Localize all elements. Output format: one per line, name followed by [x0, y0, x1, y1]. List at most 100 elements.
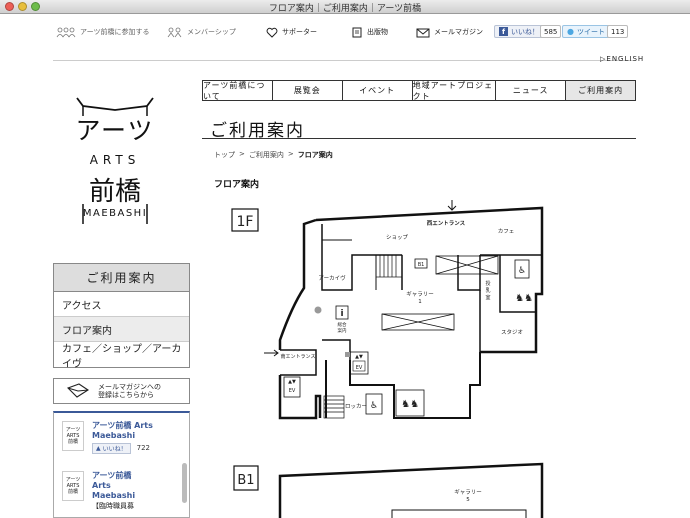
supporter-label: サポーター: [282, 28, 317, 36]
envelope-icon: [67, 383, 90, 398]
sidebar-item-cafe-shop-archive[interactable]: カフェ／ショップ／アーカイヴ: [54, 342, 189, 370]
elevator-icon: ▲▼ EV: [349, 351, 369, 375]
mail-magazine-signup[interactable]: メールマガジンへの 登録はこちらから: [53, 378, 190, 404]
english-link[interactable]: ▷ENGLISH: [600, 55, 644, 63]
wheelchair-restroom-icon: ♿: [514, 259, 530, 279]
floor-b1-label: B1: [237, 473, 254, 488]
supporter-link[interactable]: サポーター: [266, 24, 317, 40]
b1-marker-label: B1: [418, 262, 425, 268]
info-label-2: 案内: [338, 327, 347, 334]
void-north: [435, 255, 499, 275]
logo-line3: 前橋: [89, 177, 141, 207]
people-group-icon: [56, 27, 76, 37]
gallery-1-number: 1: [418, 299, 422, 305]
fb-page-like-label: いいね！: [102, 446, 127, 453]
fb-page-header: アーツ ARTS 前橋 アーツ前橋 Arts Maebashi ▲ いいね！ 722: [62, 421, 153, 454]
archive-label: アーカイヴ: [318, 274, 346, 282]
sidebar-menu: ご利用案内 アクセス フロア案内 カフェ／ショップ／アーカイヴ: [53, 263, 190, 370]
svg-text:i: i: [340, 309, 343, 319]
facebook-like-button[interactable]: f いいね！: [494, 25, 544, 38]
fb-thumb-icon: ▲: [96, 445, 101, 452]
fb-post-name-3[interactable]: Maebashi: [92, 491, 135, 501]
title-divider: [202, 138, 636, 139]
publications-link[interactable]: 出版物: [352, 24, 388, 40]
restroom-icon: ♞♞: [515, 293, 533, 304]
mail-magazine-link[interactable]: メールマガジン: [416, 24, 483, 40]
tweet-button[interactable]: ● ツイート: [562, 25, 610, 38]
join-link[interactable]: アーツ前橋に参加する: [56, 24, 149, 40]
wall-outer-west: [278, 218, 317, 350]
svg-text:▲▼: ▲▼: [288, 379, 296, 385]
tab-exhibitions[interactable]: 展覧会: [273, 81, 343, 100]
logo-line2: ARTS: [90, 153, 141, 167]
nursing-room-label-2: 乳: [485, 287, 490, 294]
envelope-icon: [416, 28, 430, 37]
svg-text:♿: ♿: [518, 266, 526, 276]
nursing-room-label-3: 室: [485, 294, 490, 301]
south-entrance-label: 南エントランス: [281, 353, 316, 360]
tab-community-art[interactable]: 地域アートプロジェクト: [413, 81, 497, 101]
fb-page-name-2[interactable]: Maebashi: [92, 431, 153, 441]
join-label: アーツ前橋に参加する: [80, 28, 150, 36]
topnav-divider: [53, 60, 636, 61]
main-nav: アーツ前橋について 展覧会 イベント 地域アートプロジェクト ニュース ご利用案…: [202, 80, 636, 101]
fb-page-name-1[interactable]: アーツ前橋 Arts: [92, 421, 153, 431]
svg-text:♞♞: ♞♞: [401, 399, 419, 410]
mail-signup-line1: メールマガジンへの: [98, 383, 161, 391]
tab-about[interactable]: アーツ前橋について: [203, 81, 273, 101]
fb-post-name-1[interactable]: アーツ前橋: [92, 471, 135, 481]
pillar-marker: [345, 352, 350, 357]
fb-like-label: いいね！: [511, 27, 539, 36]
fb-post: アーツ ARTS 前橋 アーツ前橋 Arts Maebashi 【臨時職員募: [62, 471, 135, 511]
gallery-b1-number: 5: [466, 497, 470, 503]
tab-events[interactable]: イベント: [343, 81, 413, 100]
info-label-1: 総合: [338, 321, 347, 328]
wall-shop: [322, 239, 377, 290]
elevator-label: EV: [356, 365, 363, 371]
window-title: フロア案内｜ご利用案内｜アーツ前橋: [268, 4, 422, 14]
floor-1f-label: 1F: [237, 214, 254, 230]
breadcrumb-visitor-guide[interactable]: ご利用案内: [249, 150, 284, 160]
fb-post-text: 【臨時職員募: [92, 502, 134, 510]
membership-link[interactable]: メンバーシップ: [167, 24, 236, 40]
window-titlebar: フロア案内｜ご利用案内｜アーツ前橋: [0, 0, 690, 14]
sidebar-item-floor-guide[interactable]: フロア案内: [54, 317, 189, 342]
section-title: フロア案内: [214, 180, 260, 190]
tab-visitor-guide[interactable]: ご利用案内: [566, 81, 636, 100]
breadcrumb: トップ > ご利用案内 > フロア案内: [214, 150, 333, 160]
fb-post-name-2[interactable]: Arts: [92, 481, 135, 491]
fb-page-like-button[interactable]: ▲ いいね！: [92, 443, 131, 454]
breadcrumb-separator: >: [239, 150, 245, 158]
svg-text:♿: ♿: [370, 401, 378, 411]
top-utility-nav: アーツ前橋に参加する メンバーシップ サポーター 出版物 メールマガジン f い…: [0, 14, 690, 61]
wall-b1-inner: [391, 509, 527, 518]
heart-icon: [266, 27, 278, 38]
fb-widget-scrollbar[interactable]: [182, 463, 187, 503]
breadcrumb-top[interactable]: トップ: [214, 150, 235, 160]
english-label: ENGLISH: [606, 55, 645, 63]
floor-map: 1F 西エントランス ショップ カフェ アーカイヴ ギャラリー 1 総合 案内 …: [231, 200, 544, 518]
restroom-icon-south: ♞♞: [395, 389, 425, 417]
void-gallery: [381, 313, 455, 331]
nursing-room-label-1: 授: [485, 280, 490, 287]
fb-page-logo: アーツ ARTS 前橋: [62, 421, 84, 451]
membership-label: メンバーシップ: [187, 28, 236, 36]
information-icon: i: [335, 305, 349, 320]
tab-news[interactable]: ニュース: [496, 81, 567, 100]
column-marker: [314, 306, 322, 314]
south-entrance-arrow: [264, 349, 279, 357]
publications-label: 出版物: [367, 28, 388, 36]
logo-line4: MAEBASHI: [83, 208, 147, 219]
shop-label: ショップ: [386, 234, 409, 241]
svg-text:♞♞: ♞♞: [515, 293, 533, 304]
facebook-icon: f: [499, 27, 508, 36]
gallery-b1-label: ギャラリー: [454, 489, 482, 496]
tweet-count: 113: [607, 25, 629, 38]
mail-magazine-label: メールマガジン: [434, 28, 483, 36]
locker-label: ロッカー: [345, 403, 367, 410]
west-entrance-arrow: [447, 200, 457, 211]
mail-signup-text: メールマガジンへの 登録はこちらから: [98, 383, 161, 399]
breadcrumb-separator: >: [287, 150, 294, 158]
arts-maebashi-logo[interactable]: アーツ ARTS 前橋 MAEBASHI: [74, 96, 156, 226]
sidebar-item-access[interactable]: アクセス: [54, 292, 189, 317]
